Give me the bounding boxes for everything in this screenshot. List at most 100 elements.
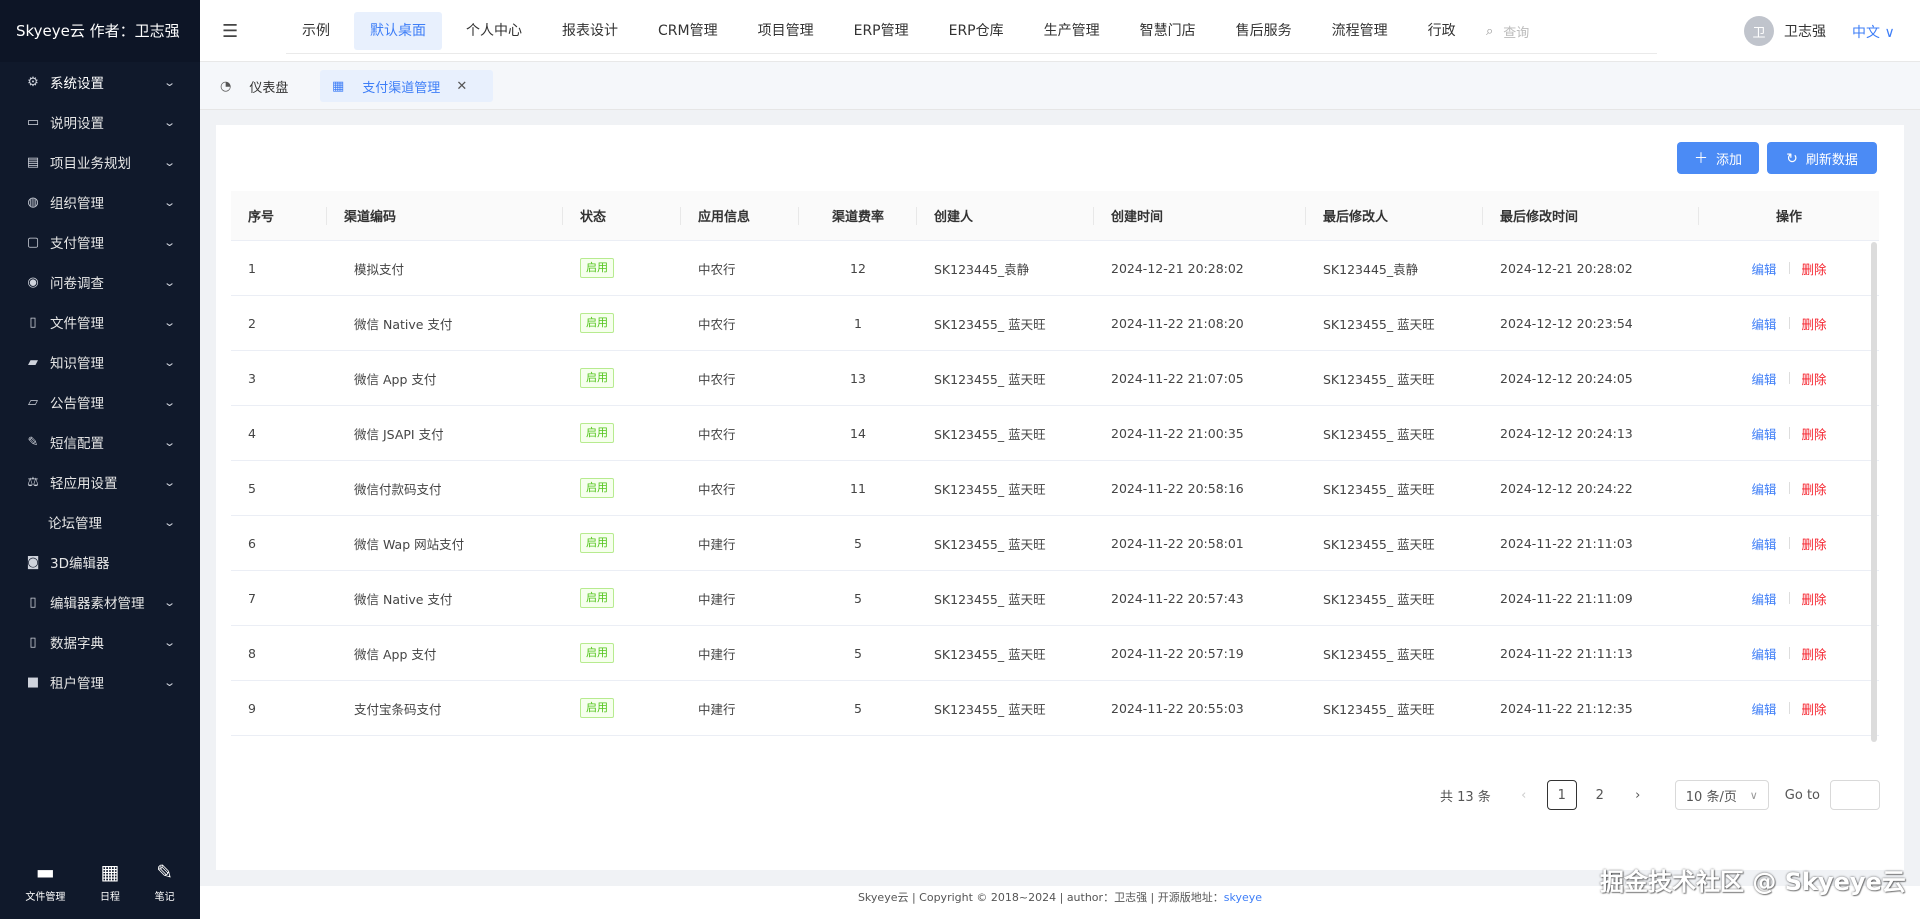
action-divider (1788, 427, 1790, 439)
sidebar-item[interactable]: ▯ 数据字典 ⌄ (0, 622, 200, 662)
cell-code: 微信 App 支付 (354, 646, 437, 662)
top-search[interactable]: ⌕ 查询 (1486, 22, 1529, 41)
topnav-item[interactable]: ERP管理 (838, 12, 925, 50)
chevron-down-icon: ⌄ (162, 675, 176, 689)
edit-button[interactable]: 编辑 (1751, 479, 1776, 498)
add-button-label: 添加 (1715, 151, 1742, 167)
column-header: 创建时间 (1094, 191, 1306, 240)
sidebar-item[interactable]: ◍ 组织管理 ⌄ (0, 182, 200, 222)
cell-code: 支付宝条码支付 (354, 701, 442, 717)
user-menu[interactable]: 卫 卫志强 (1744, 16, 1826, 46)
sidebar-item[interactable]: ▭ 说明设置 ⌄ (0, 102, 200, 142)
sidebar-footer-item[interactable]: ✎ 笔记 (155, 860, 175, 903)
edit-button[interactable]: 编辑 (1751, 644, 1776, 663)
sidebar-item-label: 公告管理 (50, 396, 104, 412)
cell-modified: 2024-11-22 21:11:09 (1500, 590, 1633, 606)
sidebar-item[interactable]: ▢ 支付管理 ⌄ (0, 222, 200, 262)
cell-no: 2 (248, 315, 256, 331)
page-number[interactable]: 2 (1585, 780, 1615, 810)
topnav-item[interactable]: ERP仓库 (933, 12, 1020, 50)
footer-text: Skyeye云 | Copyright © 2018~2024 | author… (857, 891, 1224, 904)
sidebar-item[interactable]: ■ 租户管理 ⌄ (0, 662, 200, 702)
topnav-item[interactable]: 售后服务 (1220, 12, 1308, 50)
avatar[interactable]: 卫 (1744, 16, 1774, 46)
chevron-down-icon: ⌄ (162, 75, 176, 89)
footer-link[interactable]: skyeye (1224, 891, 1262, 904)
sidebar-item[interactable]: ⚖ 轻应用设置 ⌄ (0, 462, 200, 502)
status-badge: 启用 (580, 533, 614, 553)
topnav-item[interactable]: 行政 (1412, 12, 1472, 50)
sidebar-footer-label: 日程 (99, 891, 120, 903)
search-input[interactable]: 查询 (1503, 22, 1529, 41)
edit-button[interactable]: 编辑 (1751, 369, 1776, 388)
delete-button[interactable]: 删除 (1802, 259, 1827, 278)
delete-button[interactable]: 删除 (1802, 369, 1827, 388)
cell-modifier: SK123455_ 蓝天旺 (1323, 536, 1435, 552)
sidebar-item[interactable]: ◉ 问卷调查 ⌄ (0, 262, 200, 302)
column-header: 最后修改人 (1306, 191, 1483, 240)
topnav-item[interactable]: 生产管理 (1028, 12, 1116, 50)
topnav-item[interactable]: 项目管理 (742, 12, 830, 50)
cell-modifier: SK123455_ 蓝天旺 (1323, 371, 1435, 387)
prev-page-icon[interactable]: ‹ (1509, 780, 1539, 810)
edit-button[interactable]: 编辑 (1751, 314, 1776, 333)
next-page-icon[interactable]: › (1623, 780, 1653, 810)
edit-button[interactable]: 编辑 (1751, 534, 1776, 553)
goto-input[interactable] (1830, 780, 1880, 810)
topnav-item[interactable]: 默认桌面 (354, 12, 442, 50)
sidebar-footer-item[interactable]: ▬ 文件管理 (25, 860, 65, 903)
cell-modified: 2024-11-22 21:11:13 (1500, 645, 1633, 661)
cell-modifier: SK123455_ 蓝天旺 (1323, 316, 1435, 332)
table-scrollbar[interactable] (1871, 242, 1877, 742)
sidebar-item[interactable]: ⚙ 系统设置 ⌄ (0, 62, 200, 102)
sidebar-item[interactable]: ▯ 编辑器素材管理 ⌄ (0, 582, 200, 622)
tab-payment-channel[interactable]: ▦ 支付渠道管理 ✕ (320, 70, 493, 102)
sidebar-footer: ▬ 文件管理 ▦ 日程 ✎ 笔记 (0, 843, 200, 919)
cell-rate: 13 (850, 370, 866, 386)
sidebar-item[interactable]: 论坛管理 ⌄ (0, 502, 200, 542)
sidebar-item[interactable]: ✎ 短信配置 ⌄ (0, 422, 200, 462)
chevron-down-icon: ⌄ (162, 595, 176, 609)
edit-button[interactable]: 编辑 (1751, 424, 1776, 443)
sidebar-item[interactable]: ▤ 项目业务规划 ⌄ (0, 142, 200, 182)
delete-button[interactable]: 删除 (1802, 314, 1827, 333)
topnav-item[interactable]: 示例 (286, 12, 346, 50)
dashboard-icon: ◔ (220, 78, 232, 94)
cell-created: 2024-11-22 21:08:20 (1111, 315, 1244, 331)
status-badge: 启用 (580, 478, 614, 498)
edit-button[interactable]: 编辑 (1751, 259, 1776, 278)
delete-button[interactable]: 删除 (1802, 589, 1827, 608)
cell-code: 微信付款码支付 (354, 481, 442, 497)
database-icon: ◙ (26, 554, 40, 570)
delete-button[interactable]: 删除 (1802, 644, 1827, 663)
user-name[interactable]: 卫志强 (1784, 21, 1826, 41)
cell-creator: SK123455_ 蓝天旺 (934, 426, 1046, 442)
close-icon[interactable]: ✕ (456, 79, 467, 94)
delete-button[interactable]: 删除 (1802, 479, 1827, 498)
add-button[interactable]: ＋ 添加 (1677, 142, 1759, 174)
delete-button[interactable]: 删除 (1802, 534, 1827, 553)
language-select[interactable]: 中文 ∨ (1852, 22, 1895, 42)
delete-button[interactable]: 删除 (1802, 699, 1827, 718)
sidebar-item[interactable]: ◙ 3D编辑器 (0, 542, 200, 582)
topnav-item[interactable]: 个人中心 (450, 12, 538, 50)
sidebar-item[interactable]: ▱ 公告管理 ⌄ (0, 382, 200, 422)
menu-toggle-icon[interactable]: ☰ (222, 21, 238, 42)
sidebar-item[interactable]: ▰ 知识管理 ⌄ (0, 342, 200, 382)
refresh-button[interactable]: ↻ 刷新数据 (1767, 142, 1877, 174)
page-number[interactable]: 1 (1546, 780, 1577, 810)
table-row: 3 微信 App 支付 启用 中农行 13 SK123455_ 蓝天旺 2024-11-22… (231, 351, 1879, 406)
sidebar-footer-item[interactable]: ▦ 日程 (100, 860, 120, 903)
page-size-select[interactable]: 10 条/页 ∨ (1674, 780, 1769, 810)
topnav-item[interactable]: CRM管理 (642, 12, 734, 50)
sidebar-item[interactable]: ▯ 文件管理 ⌄ (0, 302, 200, 342)
topnav-item[interactable]: 流程管理 (1316, 12, 1404, 50)
topnav-item[interactable]: 报表设计 (546, 12, 634, 50)
edit-button[interactable]: 编辑 (1751, 589, 1776, 608)
delete-button[interactable]: 删除 (1802, 424, 1827, 443)
tab-dashboard[interactable]: ◔ 仪表盘 (220, 70, 288, 102)
edit-button[interactable]: 编辑 (1751, 699, 1776, 718)
sidebar-item-label: 数据字典 (50, 636, 104, 652)
topnav-item[interactable]: 智慧门店 (1124, 12, 1212, 50)
sidebar-item-label: 轻应用设置 (50, 476, 118, 492)
